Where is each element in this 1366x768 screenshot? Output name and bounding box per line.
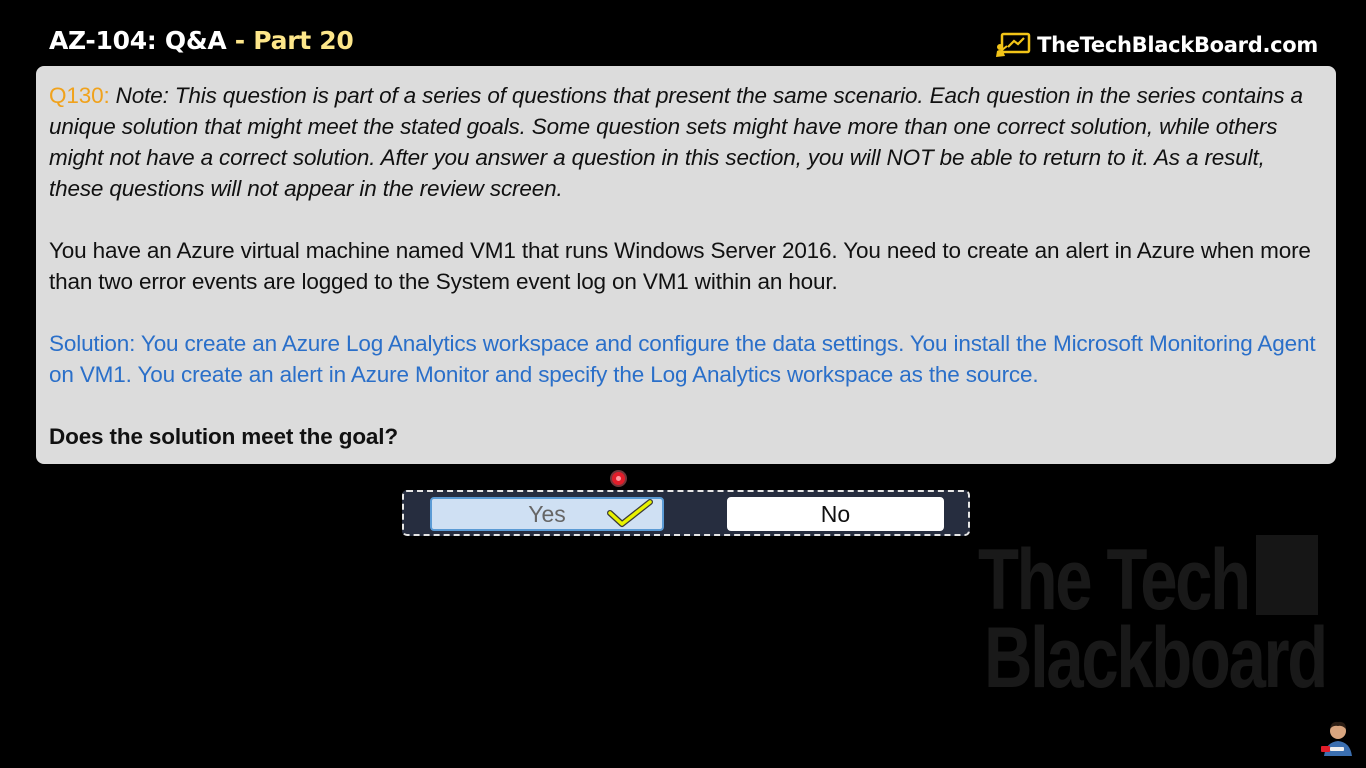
yes-label: Yes [528, 500, 566, 527]
question-card: Q130: Note: This question is part of a s… [36, 66, 1336, 464]
answer-options: Yes No [402, 490, 970, 536]
cursor-highlight-icon [612, 472, 625, 485]
question-number: Q130: [49, 83, 110, 108]
title-separator: - [226, 26, 254, 55]
brand-logo: TheTechBlackBoard.com [995, 32, 1318, 58]
page-title: AZ-104: Q&A - Part 20 [49, 26, 354, 55]
checkmark-icon [607, 499, 653, 527]
question-note: Q130: Note: This question is part of a s… [49, 80, 1322, 204]
watermark-board-icon [1256, 535, 1318, 615]
presenter-avatar [1318, 716, 1358, 756]
yes-button[interactable]: Yes [430, 497, 664, 531]
question-prompt: Does the solution meet the goal? [49, 424, 398, 449]
watermark-line2: Blackboard [984, 610, 1328, 706]
no-button[interactable]: No [727, 497, 944, 531]
brand-text: TheTechBlackBoard.com [1037, 33, 1318, 57]
whiteboard-icon [996, 32, 1031, 57]
question-solution: Solution: You create an Azure Log Analyt… [49, 331, 1316, 387]
no-label: No [820, 500, 851, 527]
question-scenario: You have an Azure virtual machine named … [49, 238, 1311, 294]
title-main: AZ-104: Q&A [49, 26, 227, 55]
watermark-logo: The Tech Blackboard [978, 515, 1333, 705]
question-note-text: Note: This question is part of a series … [49, 83, 1303, 201]
title-part: Part 20 [253, 26, 354, 55]
